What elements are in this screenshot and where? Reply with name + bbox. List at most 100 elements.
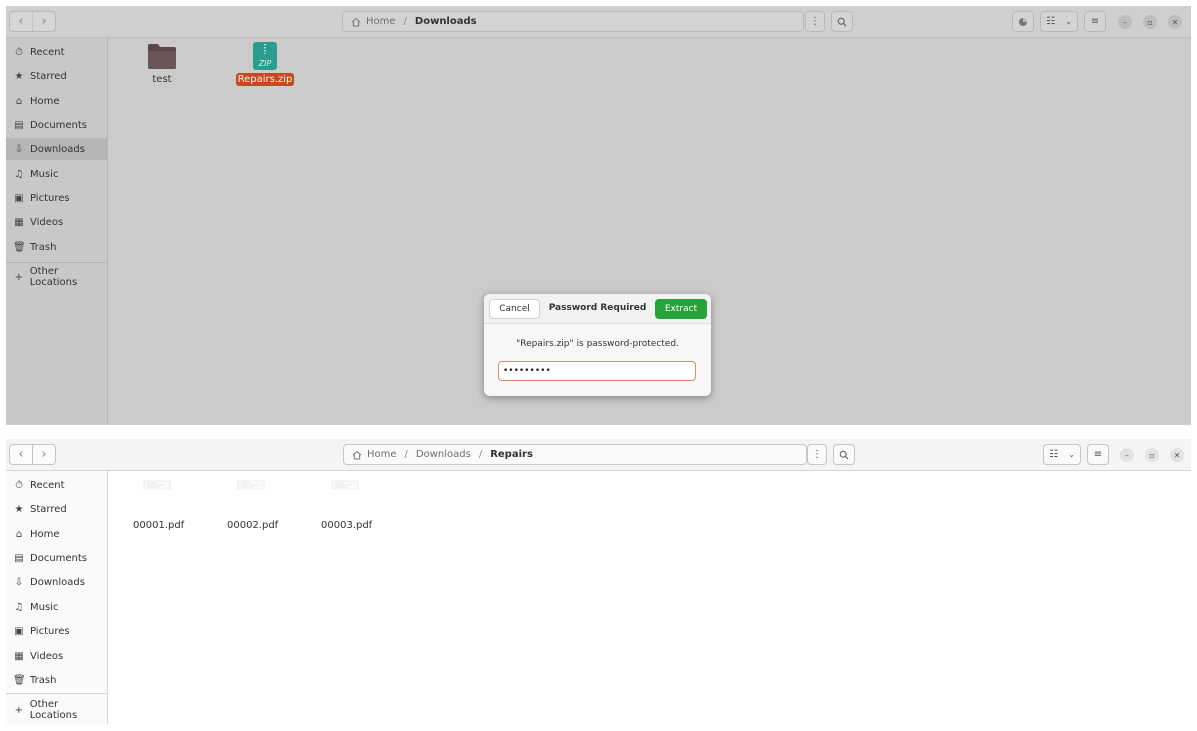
back-button[interactable]: ‹: [10, 12, 32, 31]
breadcrumb-home[interactable]: Home: [367, 449, 397, 460]
sidebar-item-label: Videos: [30, 650, 64, 662]
list-view-icon: ☷: [1046, 16, 1056, 27]
main-menu-button[interactable]: ≡: [1087, 444, 1109, 465]
sidebar-item-documents[interactable]: ▤ Documents: [6, 547, 107, 569]
sidebar-item-pictures[interactable]: ▣ Pictures: [6, 620, 107, 642]
close-button[interactable]: ✕: [1170, 448, 1184, 462]
sidebar-item-other-locations[interactable]: + Other Locations: [6, 699, 107, 721]
sidebar-item-videos[interactable]: ▦ Videos: [6, 211, 107, 233]
sidebar-item-documents[interactable]: ▤ Documents: [6, 114, 107, 136]
video-icon: ▦: [14, 216, 24, 228]
sidebar-item-label: Other Locations: [29, 266, 78, 288]
file-item-pdf[interactable]: 00002.pdf: [225, 479, 278, 532]
progress-pie-icon: [1019, 17, 1027, 26]
minimize-button[interactable]: –: [1120, 448, 1134, 462]
sidebar-item-label: Starred: [30, 503, 67, 515]
sidebar-item-trash[interactable]: 🗑 Trash: [6, 669, 107, 691]
search-icon: [839, 450, 849, 459]
sidebar-item-label: Music: [30, 601, 59, 613]
breadcrumb-home[interactable]: Home: [366, 16, 396, 27]
file-item-pdf[interactable]: 00003.pdf: [319, 479, 373, 532]
sidebar-item-home[interactable]: ⌂ Home: [6, 523, 107, 545]
file-name: test: [152, 74, 172, 85]
sidebar-item-videos[interactable]: ▦ Videos: [6, 645, 107, 667]
sidebar-item-starred[interactable]: ★ Starred: [6, 498, 107, 520]
breadcrumb-separator: /: [403, 16, 407, 27]
forward-button[interactable]: ›: [32, 445, 55, 464]
sidebar-item-label: Music: [30, 168, 59, 180]
sidebar-item-other-locations[interactable]: + Other Locations: [6, 266, 107, 288]
sidebar-item-label: Home: [30, 95, 60, 107]
extract-button[interactable]: Extract: [655, 299, 707, 319]
file-item-pdf[interactable]: 00001.pdf: [131, 479, 184, 532]
star-icon: ★: [14, 70, 24, 82]
path-bar: Home / Downloads: [342, 11, 804, 32]
sidebar-item-label: Recent: [30, 46, 65, 58]
password-field[interactable]: [498, 361, 696, 381]
video-icon: ▦: [14, 650, 24, 662]
operations-button[interactable]: [1012, 11, 1034, 32]
view-options-button[interactable]: ☷ ⌄: [1043, 444, 1081, 465]
main-menu-button[interactable]: ≡: [1084, 11, 1106, 32]
chevron-down-icon: ⌄: [1068, 450, 1075, 459]
sidebar-item-music[interactable]: ♫ Music: [6, 596, 107, 618]
zip-label: ZIP: [258, 59, 272, 68]
sidebar-item-recent[interactable]: ⏱ Recent: [6, 41, 107, 63]
sidebar-item-label: Trash: [30, 674, 57, 686]
home-icon: ⌂: [15, 528, 23, 540]
sidebar-divider: [6, 262, 107, 263]
sidebar-item-pictures[interactable]: ▣ Pictures: [6, 187, 107, 209]
trash-icon: 🗑: [13, 674, 26, 686]
sidebar-item-label: Videos: [30, 216, 64, 228]
pdf-thumbnail-icon: [331, 480, 359, 490]
view-options-button[interactable]: ☷ ⌄: [1040, 11, 1078, 32]
pdf-thumbnail-icon: [143, 480, 171, 490]
file-item-folder[interactable]: test: [132, 42, 192, 86]
minimize-button[interactable]: –: [1118, 15, 1132, 29]
path-bar: Home / Downloads / Repairs: [343, 444, 807, 465]
trash-icon: 🗑: [13, 241, 26, 253]
file-view: 00001.pdf 00002.pdf 00003.pdf: [108, 471, 1191, 724]
sidebar-item-starred[interactable]: ★ Starred: [6, 65, 107, 87]
back-button[interactable]: ‹: [10, 445, 32, 464]
maximize-button[interactable]: ▫: [1145, 448, 1159, 462]
picture-icon: ▣: [14, 192, 24, 204]
folder-icon: [148, 44, 176, 69]
sidebar: ⏱ Recent ★ Starred ⌂ Home ▤ Documents ⇩ Downl…: [6, 38, 108, 424]
path-menu-button[interactable]: ⋮: [805, 11, 825, 32]
search-icon: [837, 17, 847, 26]
sidebar-item-music[interactable]: ♫ Music: [6, 163, 107, 185]
hamburger-icon: ≡: [1093, 449, 1103, 460]
password-dialog: Cancel Password Required Extract "Repair…: [484, 294, 711, 396]
breadcrumb-repairs[interactable]: Repairs: [490, 449, 533, 460]
path-menu-button[interactable]: ⋮: [807, 444, 827, 465]
header-bar: ‹ › Home / Downloads / Repairs ⋮ ☷ ⌄ ≡ – …: [6, 439, 1191, 471]
file-item-zip[interactable]: ZIP Repairs.zip: [234, 42, 296, 86]
sidebar-item-recent[interactable]: ⏱ Recent: [6, 474, 107, 496]
picture-icon: ▣: [14, 625, 24, 637]
document-icon: ▤: [14, 552, 24, 564]
sidebar-item-label: Documents: [30, 119, 88, 131]
sidebar-item-label: Trash: [30, 241, 57, 253]
file-name: 00003.pdf: [321, 520, 373, 531]
search-button[interactable]: [831, 11, 853, 32]
sidebar-item-trash[interactable]: 🗑 Trash: [6, 236, 107, 258]
breadcrumb-downloads[interactable]: Downloads: [416, 449, 471, 460]
close-button[interactable]: ✕: [1168, 15, 1182, 29]
music-icon: ♫: [14, 168, 24, 180]
list-view-icon: ☷: [1049, 449, 1059, 460]
music-icon: ♫: [14, 601, 24, 613]
maximize-button[interactable]: ▫: [1143, 15, 1157, 29]
breadcrumb-downloads[interactable]: Downloads: [415, 16, 477, 27]
search-button[interactable]: [833, 444, 855, 465]
header-bar: ‹ › Home / Downloads ⋮ ☷ ⌄ ≡ – ▫ ✕: [6, 6, 1191, 38]
sidebar-item-downloads[interactable]: ⇩ Downloads: [6, 571, 107, 593]
sidebar-item-label: Other Locations: [29, 699, 78, 721]
sidebar-item-label: Starred: [30, 70, 67, 82]
forward-button[interactable]: ›: [32, 12, 55, 31]
dialog-message: "Repairs.zip" is password-protected.: [516, 339, 679, 349]
sidebar-item-home[interactable]: ⌂ Home: [6, 90, 107, 112]
home-icon: ⌂: [15, 95, 23, 107]
sidebar-item-label: Downloads: [30, 143, 85, 155]
sidebar-item-downloads[interactable]: ⇩ Downloads: [6, 138, 107, 160]
